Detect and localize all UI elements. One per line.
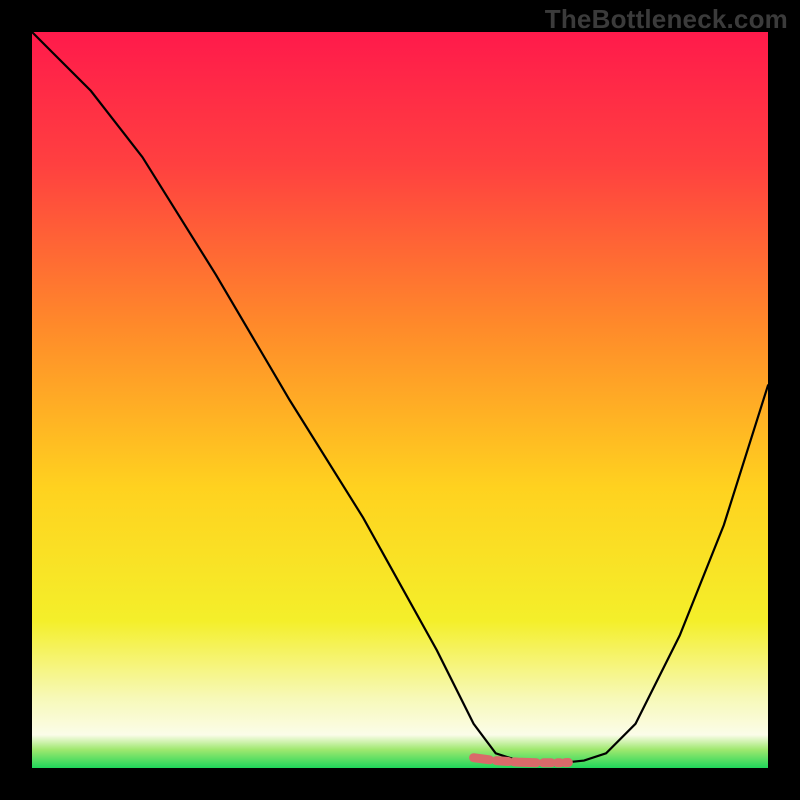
plot-area: [32, 32, 768, 768]
chart-frame: TheBottleneck.com: [0, 0, 800, 800]
chart-svg: [0, 0, 800, 800]
